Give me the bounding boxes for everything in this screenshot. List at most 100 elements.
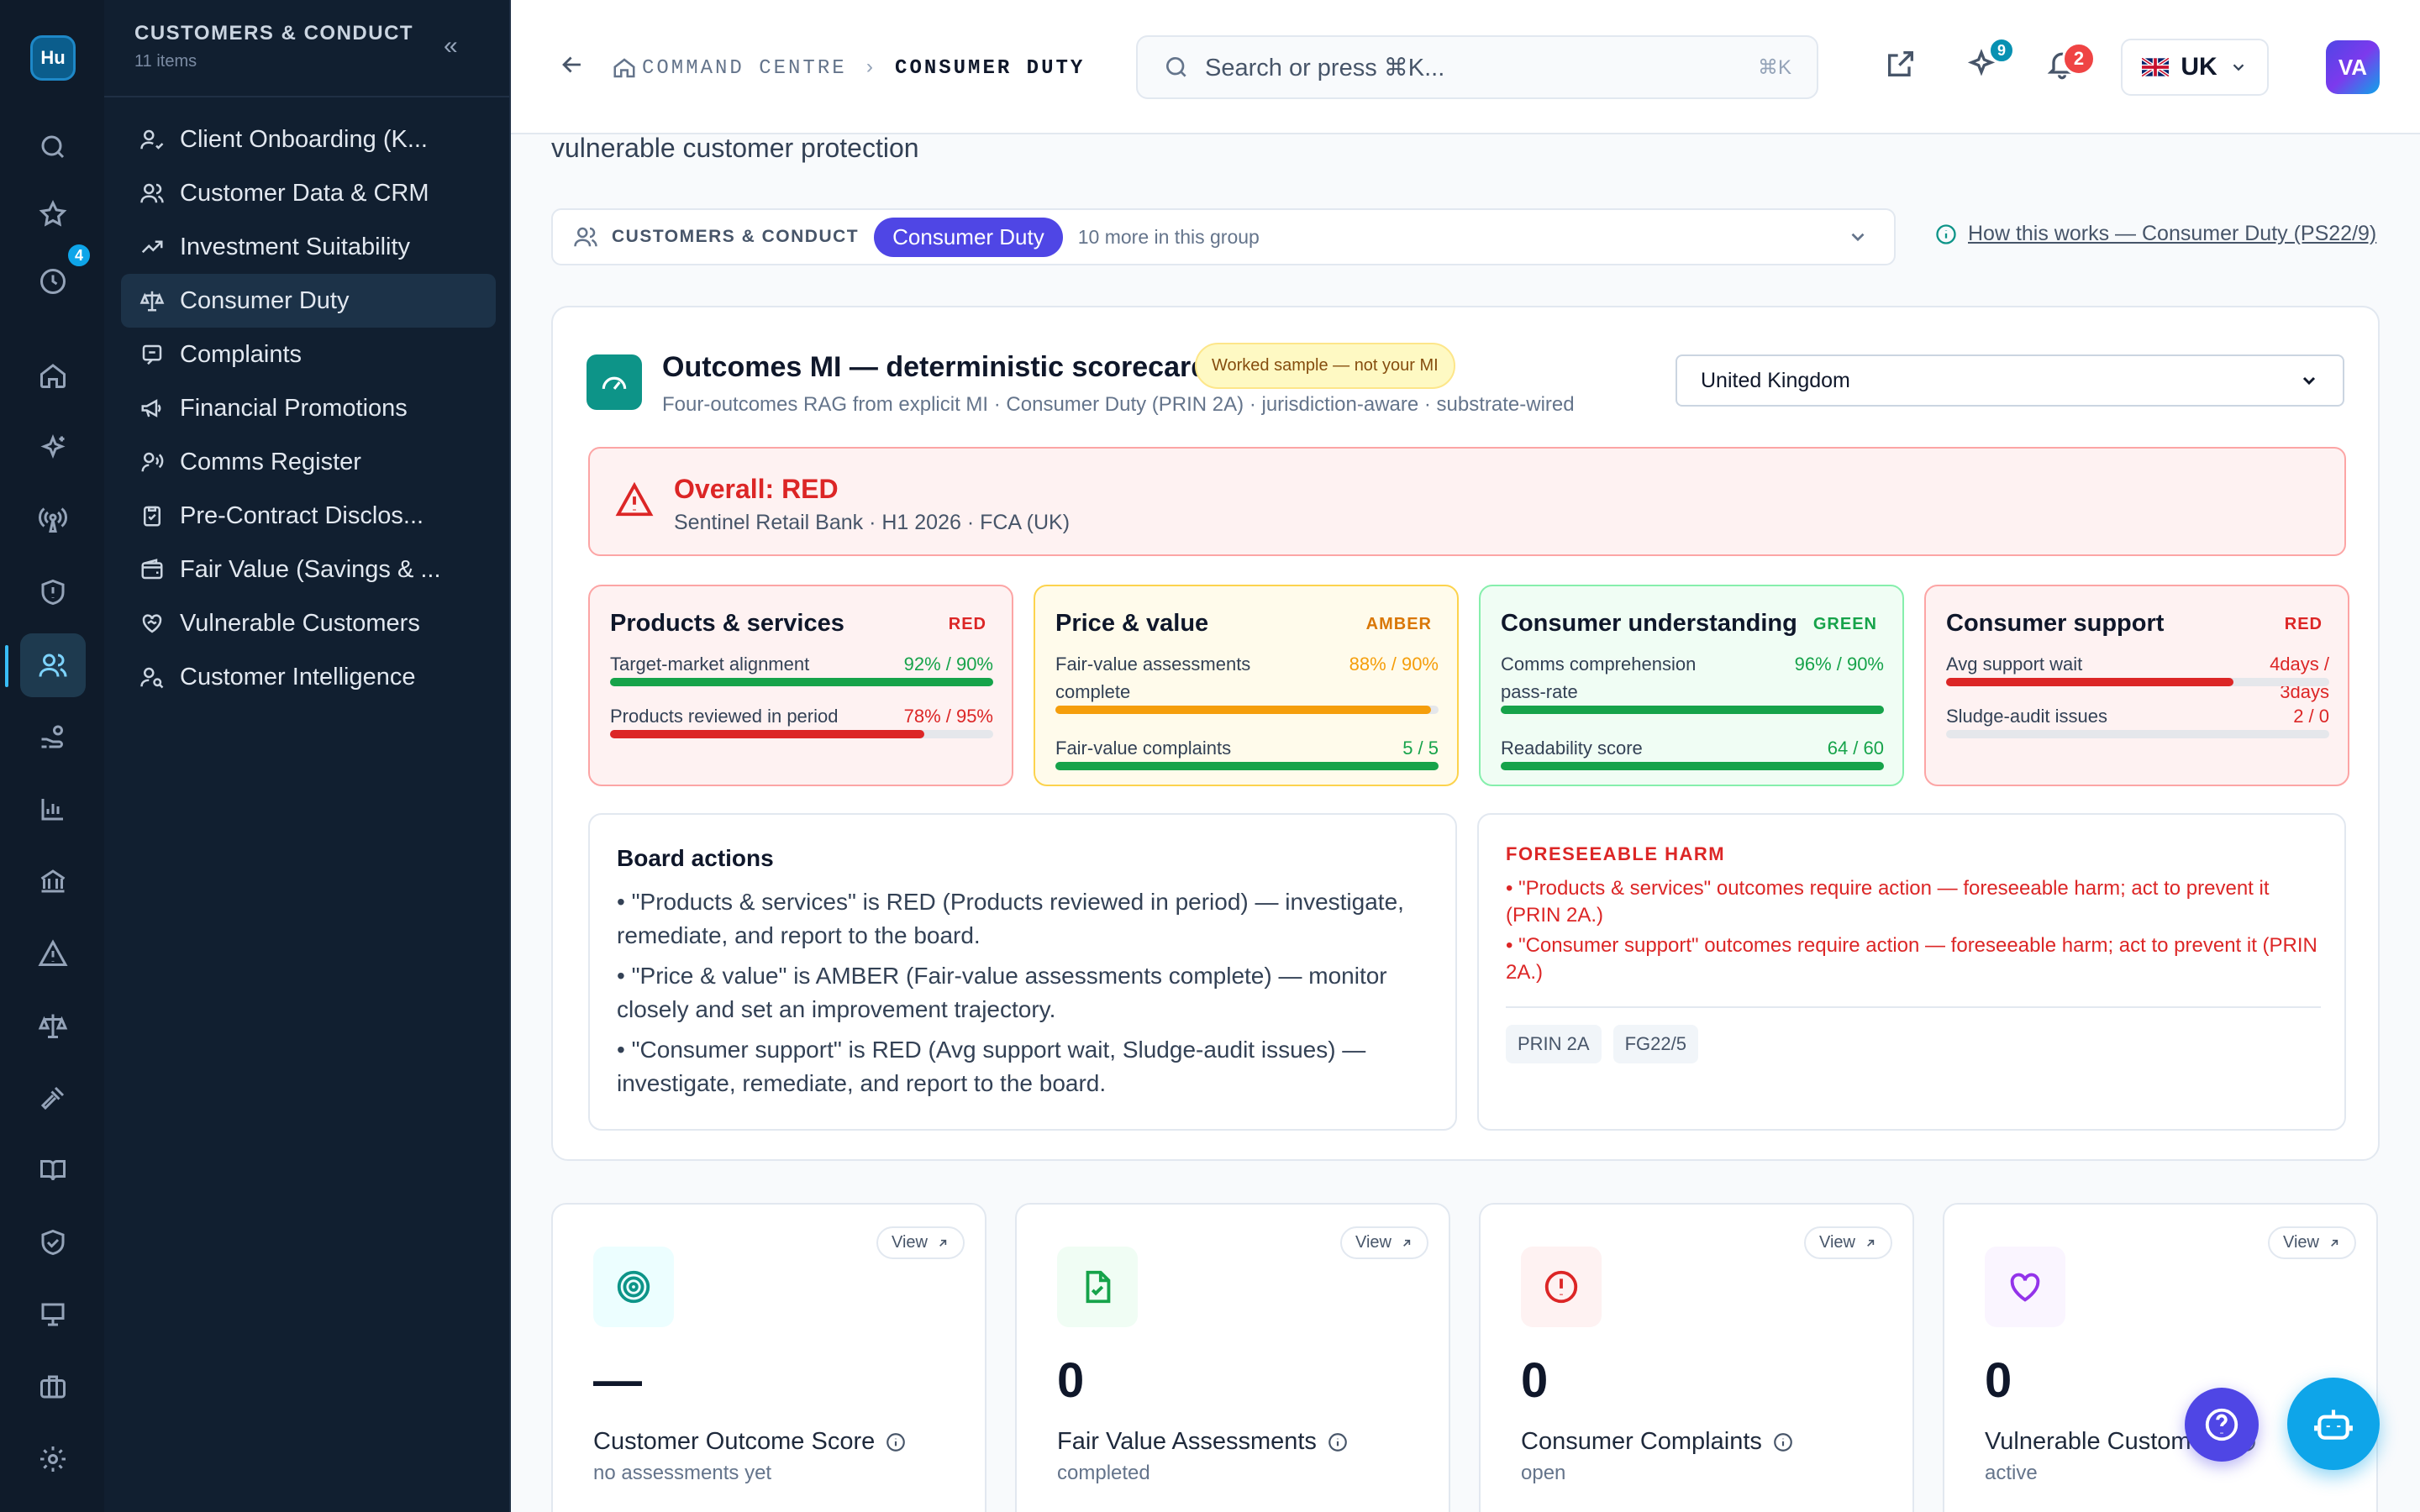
sidebar-item-label: Client Onboarding (K...: [180, 125, 428, 153]
megaphone-icon: [139, 396, 180, 421]
jurisdiction-value: United Kingdom: [1701, 368, 1850, 392]
shield-alert-icon[interactable]: [32, 571, 74, 613]
assistant-bot-button[interactable]: [2287, 1378, 2380, 1470]
info-icon[interactable]: [1327, 1431, 1349, 1453]
user-check-icon: [139, 127, 180, 152]
alert-triangle-icon: [615, 480, 654, 519]
file-check-icon: [1057, 1247, 1138, 1327]
briefcase-icon[interactable]: [32, 1366, 74, 1408]
metric-row: Products reviewed in period 78% / 95%: [610, 702, 993, 738]
kpi-card[interactable]: View 0 Consumer Complaints open: [1479, 1203, 1914, 1512]
metric-bar-fill: [1501, 706, 1884, 714]
sparkles-icon[interactable]: [32, 427, 74, 469]
group-switcher[interactable]: CUSTOMERS & CONDUCT Consumer Duty 10 mor…: [551, 208, 1896, 265]
app-logo[interactable]: Hu: [30, 35, 76, 81]
sidebar-item-fair-value-savings[interactable]: Fair Value (Savings & ...: [121, 543, 496, 596]
scale-icon[interactable]: [32, 1005, 74, 1047]
metric-bar: [1501, 706, 1884, 714]
message-icon: [139, 342, 180, 367]
chart-icon[interactable]: [32, 788, 74, 830]
board-action-item: • "Products & services" is RED (Products…: [617, 889, 1404, 948]
harm-item: • "Products & services" outcomes require…: [1506, 877, 2270, 927]
wallet-icon: [139, 557, 180, 582]
search-icon[interactable]: [32, 126, 74, 168]
heart-handshake-icon: [139, 611, 180, 636]
view-button[interactable]: View: [2268, 1226, 2356, 1259]
metric-value: 88% / 90%: [1349, 654, 1439, 675]
breadcrumb-command-centre[interactable]: COMMAND CENTRE: [642, 57, 847, 80]
collapse-panel-button[interactable]: «: [444, 34, 458, 59]
view-button[interactable]: View: [876, 1226, 965, 1259]
kpi-card[interactable]: View 0 Vulnerable Customers active: [1943, 1203, 2378, 1512]
jurisdiction-select[interactable]: United Kingdom: [1676, 354, 2344, 407]
sidebar-item-comms-register[interactable]: Comms Register: [121, 435, 496, 489]
sidebar-item-client-onboarding-k[interactable]: Client Onboarding (K...: [121, 113, 496, 166]
kpi-card[interactable]: View 0 Fair Value Assessments completed: [1015, 1203, 1450, 1512]
home-icon[interactable]: [32, 354, 74, 396]
search-input[interactable]: Search or press ⌘K... ⌘K: [1136, 35, 1818, 99]
kpi-card[interactable]: View — Customer Outcome Score no assessment…: [551, 1203, 986, 1512]
how-link-label: How this works — Consumer Duty (PS22/9): [1968, 222, 2377, 245]
gavel-icon[interactable]: [32, 1077, 74, 1119]
metric-row: Avg support wait 4days / 3days: [1946, 650, 2329, 702]
regulation-tag[interactable]: FG22/5: [1612, 1025, 1698, 1063]
warning-icon[interactable]: [32, 932, 74, 974]
shield-check-icon[interactable]: [32, 1221, 74, 1263]
view-button[interactable]: View: [1804, 1226, 1892, 1259]
group-title: CUSTOMERS & CONDUCT: [134, 22, 414, 45]
hand-coins-icon[interactable]: [32, 716, 74, 758]
metric-bar: [1055, 706, 1439, 714]
view-label: View: [2283, 1233, 2319, 1252]
users-icon[interactable]: [20, 633, 86, 697]
users-icon: [573, 224, 598, 249]
info-icon[interactable]: [885, 1431, 907, 1453]
regulation-tag[interactable]: PRIN 2A: [1506, 1025, 1602, 1063]
outcomes-scorecard-card: Outcomes MI — deterministic scorecard Wo…: [551, 306, 2380, 1161]
chevron-down-icon[interactable]: [1847, 226, 1869, 248]
sidebar-item-pre-contract-disclos[interactable]: Pre-Contract Disclos...: [121, 489, 496, 543]
metric-value: 78% / 95%: [903, 706, 993, 727]
scorecard-subtitle: Four-outcomes RAG from explicit MI · Con…: [662, 393, 1575, 416]
sidebar-item-vulnerable-customers[interactable]: Vulnerable Customers: [121, 596, 496, 650]
book-icon[interactable]: [32, 1149, 74, 1191]
settings-icon[interactable]: [32, 1438, 74, 1480]
metric-label: Sludge-audit issues: [1946, 706, 2108, 727]
home-icon[interactable]: [612, 55, 637, 81]
top-bar: COMMAND CENTRE › CONSUMER DUTY Search or…: [511, 0, 2420, 134]
breadcrumb: COMMAND CENTRE › CONSUMER DUTY: [612, 55, 1085, 81]
sidebar-item-label: Pre-Contract Disclos...: [180, 501, 424, 529]
view-label: View: [1819, 1233, 1855, 1252]
avatar[interactable]: VA: [2326, 40, 2380, 94]
presentation-icon[interactable]: [32, 1294, 74, 1336]
group-more-text: 10 more in this group: [1077, 225, 1260, 248]
current-section-pill[interactable]: Consumer Duty: [874, 217, 1063, 257]
sidebar-item-customer-intelligence[interactable]: Customer Intelligence: [121, 650, 496, 704]
metric-value: 5 / 5: [1402, 738, 1439, 759]
info-icon[interactable]: [1772, 1431, 1794, 1453]
view-button[interactable]: View: [1340, 1226, 1428, 1259]
active-indicator: [5, 645, 8, 687]
metric-row: Fair-value complaints 5 / 5: [1055, 734, 1439, 770]
view-label: View: [892, 1233, 928, 1252]
board-action-item: • "Consumer support" is RED (Avg support…: [617, 1037, 1366, 1096]
group-count: 11 items: [134, 52, 197, 71]
region-selector[interactable]: UK: [2121, 39, 2269, 96]
sidebar-item-customer-data-crm[interactable]: Customer Data & CRM: [121, 166, 496, 220]
metric-bar-fill: [1055, 706, 1431, 714]
how-this-works-link[interactable]: How this works — Consumer Duty (PS22/9): [1934, 222, 2376, 246]
sidebar-item-investment-suitability[interactable]: Investment Suitability: [121, 220, 496, 274]
back-arrow-icon[interactable]: [558, 50, 587, 79]
kpi-value: 0: [1521, 1353, 1549, 1408]
history-icon[interactable]: [32, 260, 74, 302]
sidebar-item-complaints[interactable]: Complaints: [121, 328, 496, 381]
bank-icon[interactable]: [32, 860, 74, 902]
sample-badge: Worked sample — not your MI: [1195, 343, 1455, 389]
star-icon[interactable]: [32, 193, 74, 235]
metric-label: Avg support wait: [1946, 654, 2083, 675]
broadcast-icon[interactable]: [32, 499, 74, 541]
help-button[interactable]: [2185, 1388, 2259, 1462]
external-link-icon[interactable]: [1884, 47, 1918, 81]
board-actions-panel: Board actions • "Products & services" is…: [588, 813, 1457, 1131]
sidebar-item-financial-promotions[interactable]: Financial Promotions: [121, 381, 496, 435]
sidebar-item-consumer-duty[interactable]: Consumer Duty: [121, 274, 496, 328]
